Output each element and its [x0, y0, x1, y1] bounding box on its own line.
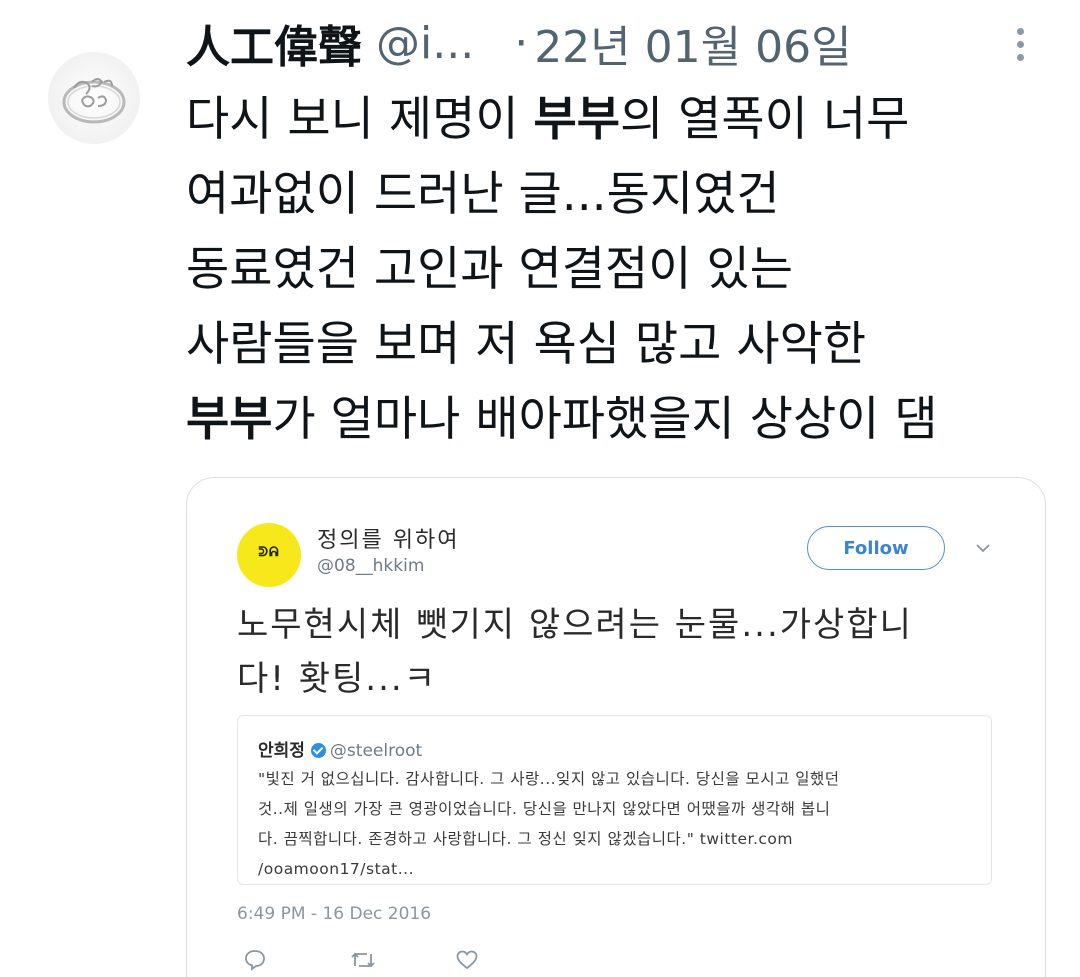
embedded-text-line: 다! 홧팅...ㅋ: [237, 659, 437, 699]
embedded-text-line: 노무현시체 뺏기지 않으려는 눈물...가상합니: [237, 605, 913, 645]
display-name[interactable]: 人工偉聲: [186, 11, 362, 75]
quoted-text-line: "빛진 거 없으십니다. 감사합니다. 그 사랑...잊지 않고 있습니다. 당…: [258, 770, 840, 788]
retweet-icon[interactable]: [349, 948, 377, 972]
chevron-down-icon[interactable]: [975, 540, 991, 556]
embedded-handle[interactable]: @08__hkkim: [317, 556, 424, 576]
embedded-tweet-text: 노무현시체 뺏기지 않으려는 눈물...가상합니 다! 홧팅...ㅋ: [237, 598, 1007, 706]
quoted-handle[interactable]: @steelroot: [330, 741, 422, 761]
quoted-display-name[interactable]: 안희정: [258, 741, 305, 761]
embedded-display-name[interactable]: 정의를 위하여: [317, 522, 459, 554]
embedded-avatar[interactable]: ᕲᕱ: [237, 523, 301, 587]
timestamp[interactable]: 22년 01월 06일: [534, 11, 851, 75]
embedded-tweet-image[interactable]: ᕲᕱ 정의를 위하여 @08__hkkim Follow 노무현시체 뺏기지 않…: [186, 477, 1046, 977]
separator-dot: ·: [514, 17, 529, 69]
quoted-tweet-text: "빛진 거 없으십니다. 감사합니다. 그 사랑...잊지 않고 있습니다. 당…: [258, 764, 978, 884]
reply-icon[interactable]: [243, 948, 267, 972]
tweet-line: 동료였건 고인과 연결점이 있는: [186, 242, 793, 297]
tweet-text: 다시 보니 제명이 부부의 열폭이 너무 여과없이 드러난 글...동지였건 동…: [186, 82, 1066, 457]
tweet-line: 부부가 얼마나 배아파했을지 상상이 댐: [186, 392, 938, 447]
follow-button[interactable]: Follow: [807, 526, 945, 570]
tweet-line: 다시 보니 제명이 부부의 열폭이 너무: [186, 92, 910, 147]
verified-badge-icon: [310, 743, 326, 758]
quoted-tweet-header: 안희정 @steelroot: [258, 736, 422, 761]
tweet-line: 사람들을 보며 저 욕심 많고 사악한: [186, 317, 867, 372]
more-options-icon[interactable]: [1008, 28, 1032, 68]
user-handle[interactable]: @i...: [376, 18, 474, 69]
embedded-timestamp[interactable]: 6:49 PM - 16 Dec 2016: [237, 904, 431, 924]
avatar-logo: ᕲᕱ: [258, 545, 280, 560]
tweet-header: 人工偉聲 @i... · 22년 01월 06일: [186, 8, 1046, 78]
tweet-line: 여과없이 드러난 글...동지였건: [186, 167, 780, 222]
like-icon[interactable]: [455, 948, 479, 972]
quoted-text-line[interactable]: /ooamoon17/stat...: [258, 854, 978, 884]
quoted-text-line: 것..제 일생의 가장 큰 영광이었습니다. 당신을 만나지 않았다면 어땠을까…: [258, 800, 831, 818]
quoted-text-line: 다. 끔찍합니다. 존경하고 사랑합니다. 그 정신 잊지 않겠습니다." tw…: [258, 830, 793, 848]
quoted-tweet[interactable]: 안희정 @steelroot "빛진 거 없으십니다. 감사합니다. 그 사랑..…: [237, 715, 992, 885]
ring-avatar-icon[interactable]: [48, 52, 140, 144]
